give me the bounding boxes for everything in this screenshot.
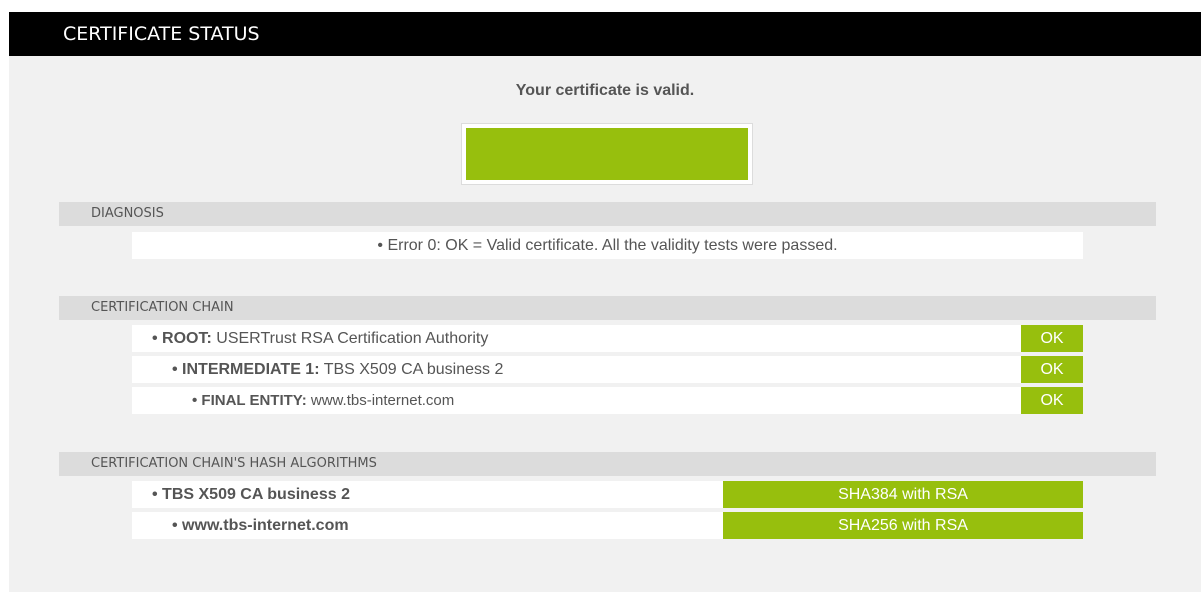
chain-row-label: • FINAL ENTITY: www.tbs-internet.com	[132, 392, 454, 409]
chain-row-label: • ROOT: USERTrust RSA Certification Auth…	[132, 330, 488, 347]
chain-row-root: • ROOT: USERTrust RSA Certification Auth…	[132, 325, 1083, 352]
status-indicator	[461, 123, 753, 185]
ok-badge: OK	[1021, 387, 1083, 414]
hash-algorithm-badge: SHA384 with RSA	[723, 481, 1083, 508]
chain-row-intermediate: • INTERMEDIATE 1: TBS X509 CA business 2…	[132, 356, 1083, 383]
chain-row-key: • INTERMEDIATE 1:	[172, 361, 320, 378]
certification-chain-header: CERTIFICATION CHAIN	[59, 296, 1156, 320]
certificate-status-panel: CERTIFICATE STATUS Your certificate is v…	[9, 12, 1201, 592]
chain-row-value: USERTrust RSA Certification Authority	[211, 330, 489, 347]
chain-row-value: www.tbs-internet.com	[306, 392, 455, 409]
chain-row-final-entity: • FINAL ENTITY: www.tbs-internet.com OK	[132, 387, 1083, 414]
page-title: CERTIFICATE STATUS	[9, 12, 1201, 56]
chain-row-value: TBS X509 CA business 2	[319, 361, 504, 378]
hash-row-intermediate: • TBS X509 CA business 2 SHA384 with RSA	[132, 481, 1083, 508]
ok-badge: OK	[1021, 356, 1083, 383]
diagnosis-header: DIAGNOSIS	[59, 202, 1156, 226]
validity-message: Your certificate is valid.	[515, 82, 695, 99]
chain-row-key: • ROOT:	[152, 330, 212, 347]
diagnosis-row: • Error 0: OK = Valid certificate. All t…	[132, 232, 1083, 259]
hash-algorithms-header: CERTIFICATION CHAIN'S HASH ALGORITHMS	[59, 452, 1156, 476]
hash-row-final-entity: • www.tbs-internet.com SHA256 with RSA	[132, 512, 1083, 539]
hash-row-label: • TBS X509 CA business 2	[152, 486, 350, 503]
hash-row-label: • www.tbs-internet.com	[172, 517, 349, 534]
hash-algorithm-badge: SHA256 with RSA	[723, 512, 1083, 539]
status-indicator-fill	[466, 128, 748, 180]
chain-row-key: • FINAL ENTITY:	[192, 392, 307, 409]
chain-row-label: • INTERMEDIATE 1: TBS X509 CA business 2	[132, 361, 503, 378]
ok-badge: OK	[1021, 325, 1083, 352]
